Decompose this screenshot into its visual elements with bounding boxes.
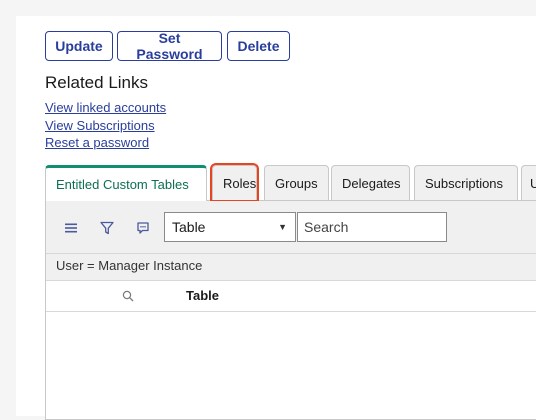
view-subscriptions-link[interactable]: View Subscriptions	[45, 118, 155, 133]
filter-icon[interactable]	[98, 219, 116, 237]
field-select-value: Table	[172, 219, 206, 235]
tab-groups[interactable]: Groups	[264, 165, 329, 200]
tab-label: U	[530, 176, 536, 191]
comment-icon[interactable]	[134, 219, 152, 237]
view-linked-accounts-link[interactable]: View linked accounts	[45, 100, 166, 115]
tab-entitled-custom-tables[interactable]: Entitled Custom Tables	[45, 165, 207, 201]
search-icon[interactable]	[120, 288, 136, 304]
tab-label: Entitled Custom Tables	[56, 177, 189, 192]
caret-down-icon: ▼	[278, 222, 287, 232]
related-links-title: Related Links	[45, 73, 149, 92]
tab-roles[interactable]: Roles	[212, 165, 257, 200]
field-select[interactable]: Table ▼	[164, 212, 296, 242]
search-input[interactable]	[297, 212, 447, 242]
tab-label: Groups	[275, 175, 318, 191]
update-button[interactable]: Update	[45, 31, 113, 61]
filter-breadcrumb[interactable]: User = Manager Instance	[56, 258, 202, 273]
hamburger-menu-icon[interactable]	[62, 220, 80, 236]
reset-password-link[interactable]: Reset a password	[45, 135, 149, 150]
tab-subscriptions[interactable]: Subscriptions	[414, 165, 518, 200]
tab-delegates[interactable]: Delegates	[331, 165, 410, 200]
delete-button[interactable]: Delete	[227, 31, 290, 61]
tab-label: Subscriptions	[425, 175, 504, 191]
tab-label: Delegates	[342, 175, 401, 191]
tab-label: Roles	[223, 175, 257, 191]
set-password-button[interactable]: Set Password	[117, 30, 222, 62]
tab-u[interactable]: U	[521, 165, 536, 200]
column-header-table[interactable]: Table	[186, 288, 219, 303]
